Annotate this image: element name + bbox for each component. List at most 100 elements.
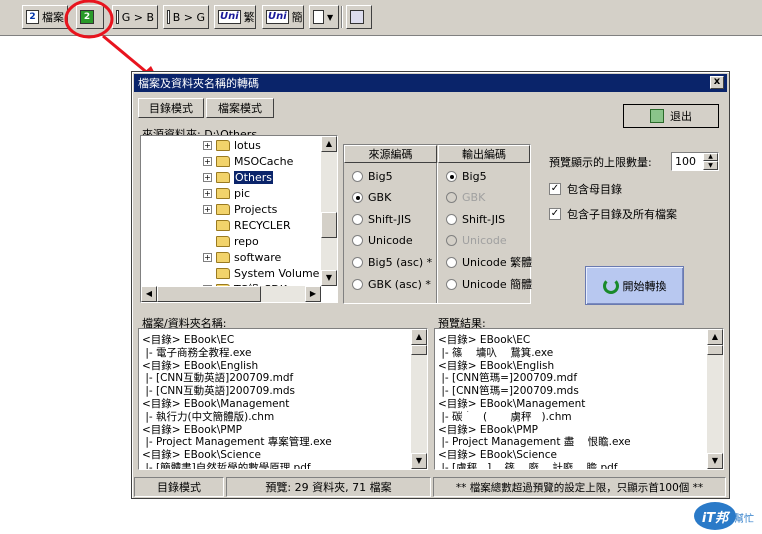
- tree-item[interactable]: + lotus: [203, 137, 261, 153]
- output-encoding-option[interactable]: Shift-JIS: [446, 210, 505, 228]
- expand-icon[interactable]: +: [203, 140, 212, 150]
- output-encoding-option-label: Unicode: [462, 234, 507, 248]
- expand-icon[interactable]: +: [203, 156, 212, 166]
- annotation-circle: [64, 0, 114, 39]
- output-encoding-option[interactable]: Unicode 繁體: [446, 253, 532, 271]
- preview-list-item[interactable]: |- [CNN笆瑪=]200709.mdf: [438, 372, 704, 385]
- checkbox-icon[interactable]: ✓: [549, 183, 561, 195]
- radio-icon[interactable]: [446, 170, 457, 182]
- start-conversion-button[interactable]: 開始轉換: [585, 266, 684, 305]
- names-list-item[interactable]: <目錄> EBook\EC: [142, 334, 408, 347]
- tree-item[interactable]: + MSOCache: [203, 153, 293, 169]
- preview-list-item[interactable]: <目錄> EBook\PMP: [438, 424, 704, 437]
- output-encoding-option[interactable]: Big5: [446, 167, 487, 185]
- radio-icon[interactable]: [352, 256, 363, 268]
- radio-icon[interactable]: [352, 192, 363, 204]
- preview-limit-spinner[interactable]: 100 ▲ ▼: [671, 152, 719, 171]
- radio-icon[interactable]: [352, 170, 363, 182]
- folder-tree[interactable]: + lotus + MSOCache + Others + pic + Projects RECYC…: [140, 135, 338, 303]
- names-list-item[interactable]: |- [CNN互動英語]200709.mds: [142, 385, 408, 398]
- checkbox-icon[interactable]: ✓: [549, 208, 561, 220]
- preview-list-item[interactable]: <目錄> EBook\Science: [438, 449, 704, 462]
- scroll-down-icon[interactable]: ▼: [321, 270, 337, 286]
- logo-subtext: 幫忙: [734, 514, 754, 525]
- preview-limit-input[interactable]: 100: [675, 155, 696, 168]
- radio-icon[interactable]: [352, 278, 363, 290]
- names-list[interactable]: <目錄> EBook\EC |- 電子商務全教程.exe <目錄> EBook\E…: [138, 328, 428, 470]
- source-encoding-option[interactable]: GBK: [352, 189, 391, 207]
- preview-list-item[interactable]: <目錄> EBook\EC: [438, 334, 704, 347]
- folder-icon: [216, 235, 230, 247]
- include-parent-checkbox[interactable]: ✓ 包含母目錄: [549, 181, 622, 197]
- tab-directory-mode[interactable]: 目錄模式: [138, 98, 204, 118]
- preview-list-vscrollbar[interactable]: ▲ ▼: [707, 329, 723, 469]
- names-list-item[interactable]: |- [簡體書]自然哲學的數學原理.pdf: [142, 462, 408, 469]
- status-mode: 目錄模式: [134, 477, 224, 497]
- conversion-dialog: 檔案及資料夾名稱的轉碼 x 目錄模式 檔案模式 退出 來源資料夾: D:\Oth…: [131, 71, 730, 499]
- scroll-thumb[interactable]: [321, 212, 337, 238]
- tree-item[interactable]: repo: [203, 233, 259, 249]
- radio-icon[interactable]: [446, 256, 457, 268]
- preview-list-item[interactable]: |- [虜秤 ] 篠 廢 計廢 瞻.pdf: [438, 462, 704, 469]
- scroll-up-icon[interactable]: ▲: [321, 136, 337, 152]
- source-encoding-option-label: Big5: [368, 169, 393, 183]
- exit-button-label: 退出: [670, 110, 692, 123]
- scroll-right-icon[interactable]: ▶: [305, 286, 321, 302]
- source-encoding-option[interactable]: Big5 (asc) *: [352, 253, 432, 271]
- tree-item[interactable]: + Others: [203, 169, 273, 185]
- names-list-item[interactable]: |- 電子商務全教程.exe: [142, 347, 408, 360]
- radio-icon[interactable]: [446, 213, 457, 225]
- tree-item-label: Others: [234, 170, 273, 184]
- names-list-item[interactable]: <目錄> EBook\PMP: [142, 424, 408, 437]
- spin-up-icon[interactable]: ▲: [703, 153, 718, 161]
- expand-icon[interactable]: +: [203, 204, 212, 214]
- preview-list[interactable]: <目錄> EBook\EC |- 篠 墉叺 鵞箕.exe <目錄> EBook\E…: [434, 328, 724, 470]
- source-encoding-option[interactable]: Big5: [352, 167, 393, 185]
- preview-list-item[interactable]: |- Project Management 盡 恨瞻.exe: [438, 436, 704, 449]
- preview-list-item[interactable]: |- 碳｀ ( 虜秤 ).chm: [438, 411, 704, 424]
- preview-list-item[interactable]: |- 篠 墉叺 鵞箕.exe: [438, 347, 704, 360]
- tree-item[interactable]: + software: [203, 249, 281, 265]
- include-children-checkbox[interactable]: ✓ 包含子目錄及所有檔案: [549, 206, 677, 222]
- scroll-up-icon[interactable]: ▲: [411, 329, 427, 345]
- scroll-down-icon[interactable]: ▼: [707, 453, 723, 469]
- output-encoding-option[interactable]: Unicode 簡體: [446, 275, 532, 293]
- source-encoding-option[interactable]: Shift-JIS: [352, 210, 411, 228]
- exit-button[interactable]: 退出: [623, 104, 719, 128]
- dialog-titlebar[interactable]: 檔案及資料夾名稱的轉碼 x: [134, 74, 727, 92]
- tab-file-mode[interactable]: 檔案模式: [206, 98, 274, 118]
- radio-icon[interactable]: [352, 235, 363, 247]
- folder-icon: [216, 139, 230, 151]
- names-list-item[interactable]: |- Project Management 專案管理.exe: [142, 436, 408, 449]
- scroll-left-icon[interactable]: ◀: [141, 286, 157, 302]
- expand-icon[interactable]: +: [203, 172, 212, 182]
- tree-item[interactable]: System Volume In: [203, 265, 323, 281]
- names-list-item[interactable]: |- [CNN互動英語]200709.mdf: [142, 372, 408, 385]
- scroll-thumb[interactable]: [157, 286, 261, 302]
- names-list-item[interactable]: <目錄> EBook\Science: [142, 449, 408, 462]
- names-list-item[interactable]: <目錄> EBook\Management: [142, 398, 408, 411]
- scroll-up-icon[interactable]: ▲: [707, 329, 723, 345]
- scroll-thumb[interactable]: [411, 345, 427, 355]
- expand-icon[interactable]: +: [203, 252, 212, 262]
- preview-list-item[interactable]: |- [CNN笆瑪=]200709.mds: [438, 385, 704, 398]
- folder-tree-vscrollbar[interactable]: ▲ ▼: [321, 136, 337, 286]
- spin-down-icon[interactable]: ▼: [703, 161, 718, 170]
- scroll-thumb[interactable]: [707, 345, 723, 355]
- radio-icon[interactable]: [352, 213, 363, 225]
- tree-item[interactable]: + Projects: [203, 201, 277, 217]
- tree-item[interactable]: + pic: [203, 185, 250, 201]
- close-button[interactable]: x: [710, 76, 724, 89]
- names-list-item[interactable]: |- 執行力(中文簡體版).chm: [142, 411, 408, 424]
- source-encoding-option[interactable]: Unicode: [352, 232, 413, 250]
- tree-item[interactable]: RECYCLER: [203, 217, 291, 233]
- scroll-down-icon[interactable]: ▼: [411, 453, 427, 469]
- preview-list-item[interactable]: <目錄> EBook\Management: [438, 398, 704, 411]
- expand-icon[interactable]: +: [203, 188, 212, 198]
- folder-tree-hscrollbar[interactable]: ◀ ▶: [141, 286, 321, 302]
- source-encoding-option[interactable]: GBK (asc) *: [352, 275, 431, 293]
- names-list-item[interactable]: <目錄> EBook\English: [142, 360, 408, 373]
- names-list-vscrollbar[interactable]: ▲ ▼: [411, 329, 427, 469]
- radio-icon[interactable]: [446, 278, 457, 290]
- preview-list-item[interactable]: <目錄> EBook\English: [438, 360, 704, 373]
